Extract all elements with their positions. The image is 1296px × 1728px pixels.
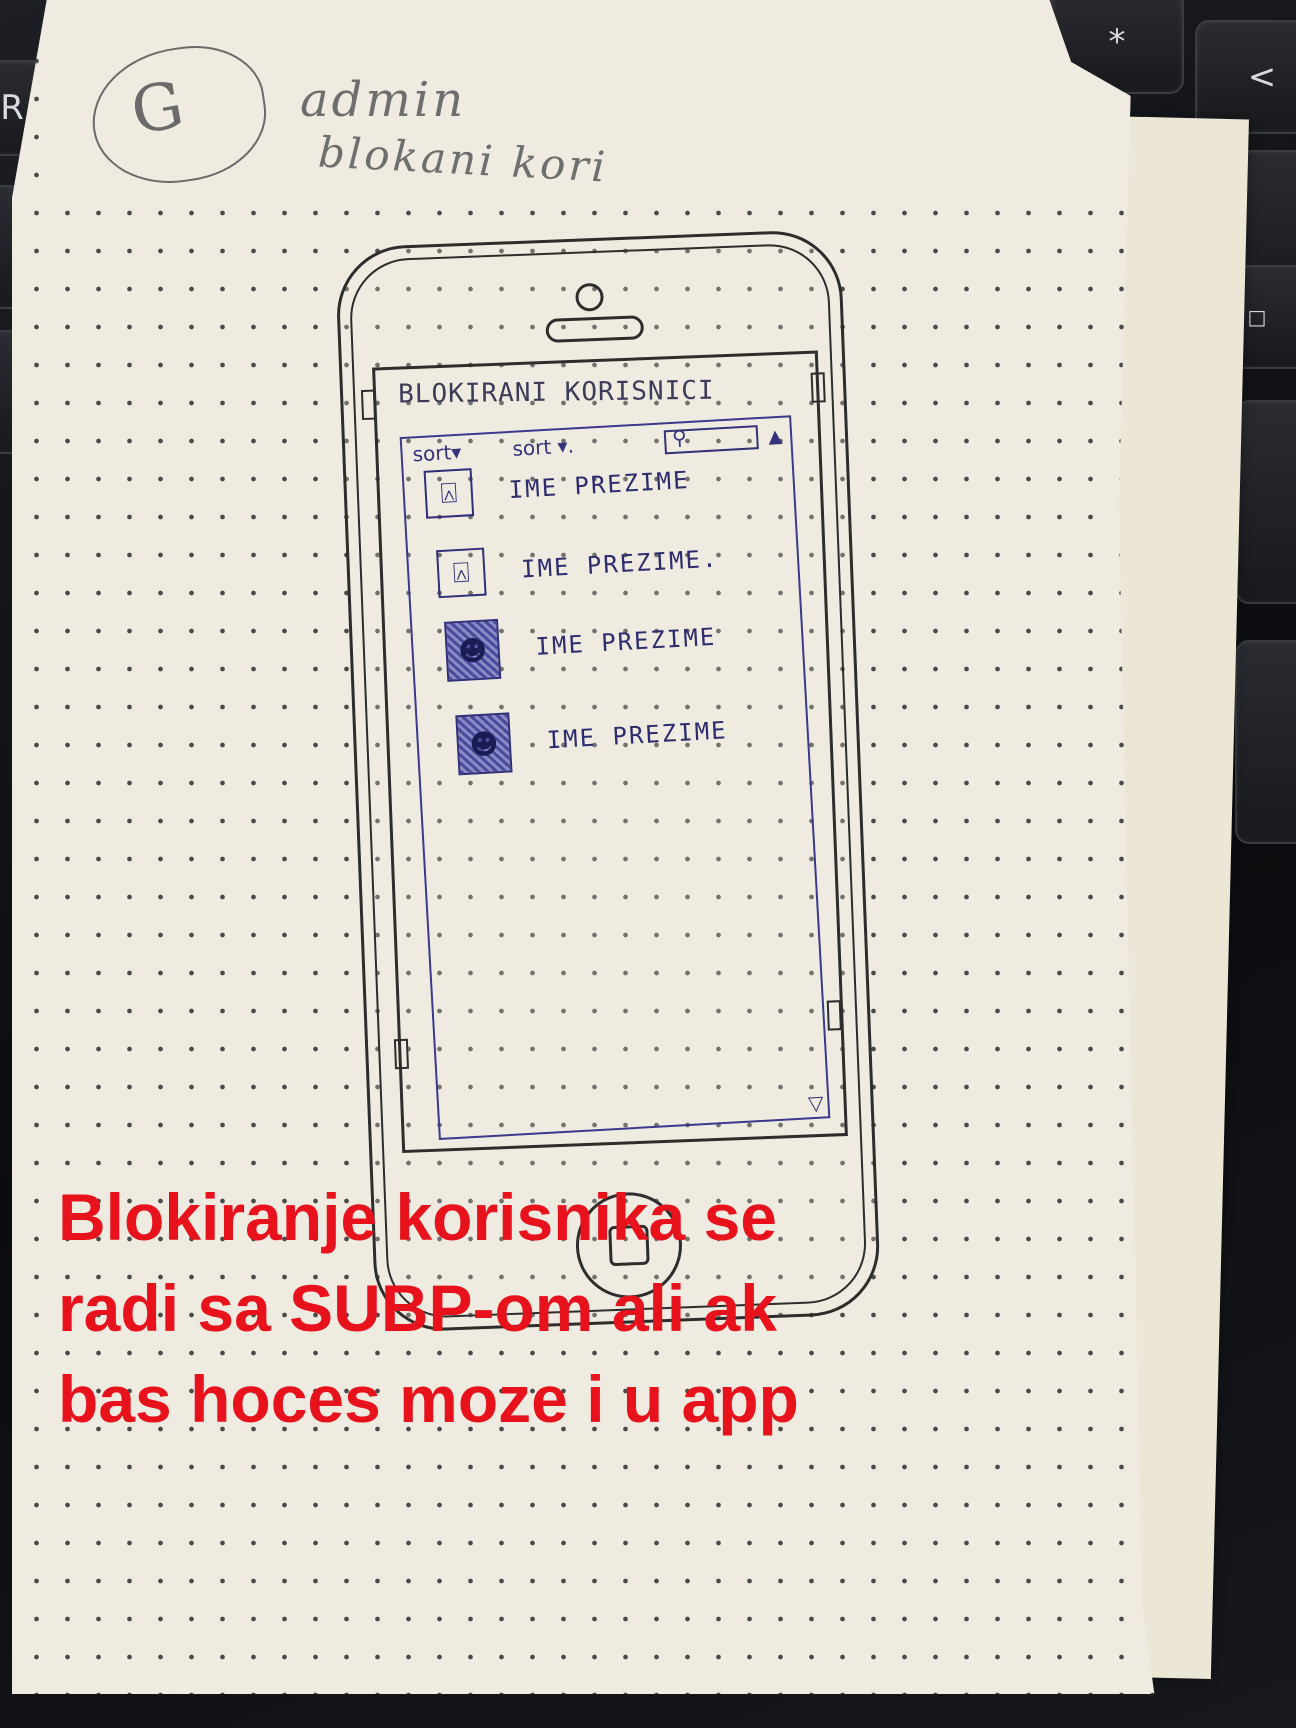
user-name: IME PREZIME.: [520, 544, 720, 584]
avatar-placeholder-icon: ⍓: [423, 468, 475, 519]
caption-line: radi sa SUBP-om ali ak: [58, 1271, 777, 1345]
screen-title: BLOKIRANI KORISNICI: [397, 375, 715, 410]
caption-line: Blokiranje korisnika se: [58, 1180, 778, 1254]
avatar-photo-icon: ☻: [444, 618, 502, 682]
phone-screen: BLOKIRANI KORISNICI sort▾ sort ▾. ⚲ ▲ ⍓ …: [372, 350, 848, 1154]
phone-mockup: BLOKIRANI KORISNICI sort▾ sort ▾. ⚲ ▲ ⍓ …: [334, 228, 882, 1334]
role-label: admin: [300, 72, 467, 128]
blocked-users-list[interactable]: sort▾ sort ▾. ⚲ ▲ ⍓ IME PREZIME ⍓ IME PR…: [399, 415, 831, 1141]
caption-line: bas hoces moze i u app: [58, 1362, 799, 1436]
keyboard-key-less-than: <: [1195, 20, 1296, 134]
keyboard-key: [1235, 400, 1296, 604]
user-name: IME PREZIME: [534, 622, 718, 661]
search-icon: ⚲: [671, 425, 688, 450]
scroll-down-arrow-icon[interactable]: ▽: [807, 1091, 824, 1116]
sort-dropdown-primary[interactable]: sort▾: [412, 440, 462, 467]
annotation-caption: Blokiranje korisnika se radi sa SUBP-om …: [58, 1172, 938, 1445]
user-name: IME PREZIME: [507, 466, 691, 505]
sort-dropdown-secondary[interactable]: sort ▾.: [512, 433, 575, 460]
scroll-up-arrow-icon[interactable]: ▲: [768, 426, 783, 448]
search-input[interactable]: ⚲: [663, 425, 759, 455]
keyboard-key: [1235, 640, 1296, 844]
avatar-photo-icon: ☻: [455, 712, 513, 776]
user-name: IME PREZIME: [546, 716, 729, 755]
list-item[interactable]: ☻ IME PREZIME: [455, 705, 729, 776]
speaker-icon: [545, 315, 645, 343]
list-item[interactable]: ⍓ IME PREZIME.: [436, 534, 720, 600]
list-item[interactable]: ☻ IME PREZIME: [444, 612, 718, 682]
avatar-placeholder-icon: ⍓: [436, 547, 487, 599]
